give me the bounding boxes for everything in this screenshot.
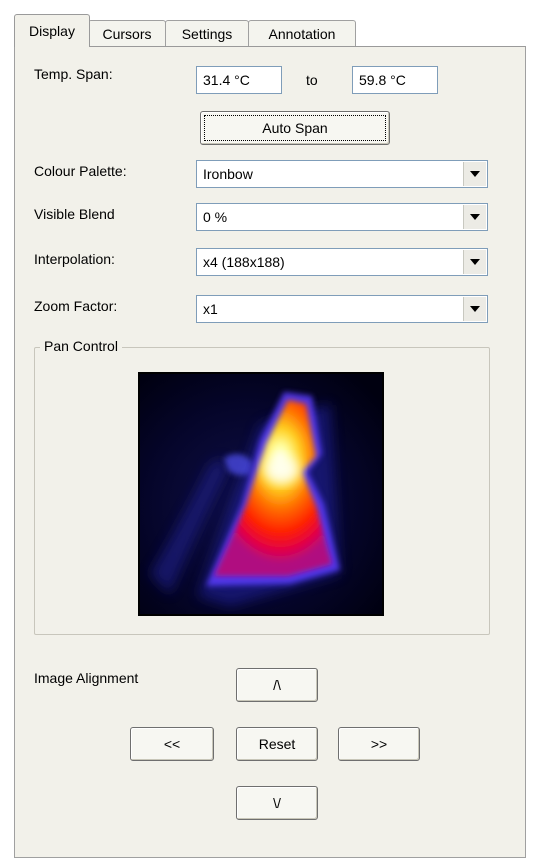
tab-settings[interactable]: Settings: [165, 20, 249, 46]
auto-span-button[interactable]: Auto Span: [200, 111, 390, 145]
focus-ring: [204, 115, 386, 141]
temp-span-to-label: to: [306, 72, 318, 88]
tab-strip: Cursors Settings Annotation Display: [14, 14, 514, 47]
align-up-button[interactable]: /\: [236, 668, 318, 702]
align-right-button[interactable]: >>: [338, 727, 420, 761]
align-left-button[interactable]: <<: [130, 727, 214, 761]
thermal-image: [140, 374, 382, 614]
colour-palette-label: Colour Palette:: [34, 163, 127, 179]
visible-blend-label: Visible Blend: [34, 206, 115, 222]
chevron-down-icon[interactable]: [463, 162, 486, 186]
tab-display[interactable]: Display: [14, 14, 90, 47]
zoom-factor-label: Zoom Factor:: [34, 298, 118, 314]
colour-palette-select[interactable]: Ironbow: [196, 160, 488, 188]
thermal-image-preview[interactable]: [138, 372, 384, 616]
temp-span-label: Temp. Span:: [34, 66, 113, 82]
pan-control-title: Pan Control: [40, 338, 122, 354]
interpolation-value: x4 (188x188): [203, 254, 285, 270]
colour-palette-value: Ironbow: [203, 166, 253, 182]
chevron-down-icon[interactable]: [463, 205, 486, 229]
zoom-factor-value: x1: [203, 301, 218, 317]
temp-span-max-field[interactable]: 59.8 °C: [352, 66, 438, 94]
chevron-down-icon[interactable]: [463, 250, 486, 274]
align-down-button[interactable]: \/: [236, 786, 318, 820]
image-alignment-label: Image Alignment: [34, 670, 139, 686]
interpolation-label: Interpolation:: [34, 251, 115, 267]
zoom-factor-select[interactable]: x1: [196, 295, 488, 323]
tab-cursors[interactable]: Cursors: [88, 20, 166, 46]
visible-blend-select[interactable]: 0 %: [196, 203, 488, 231]
temp-span-min-field[interactable]: 31.4 °C: [196, 66, 282, 94]
visible-blend-value: 0 %: [203, 209, 228, 225]
chevron-down-icon[interactable]: [463, 297, 486, 321]
interpolation-select[interactable]: x4 (188x188): [196, 248, 488, 276]
tab-annotation[interactable]: Annotation: [248, 20, 356, 46]
align-reset-button[interactable]: Reset: [236, 727, 318, 761]
